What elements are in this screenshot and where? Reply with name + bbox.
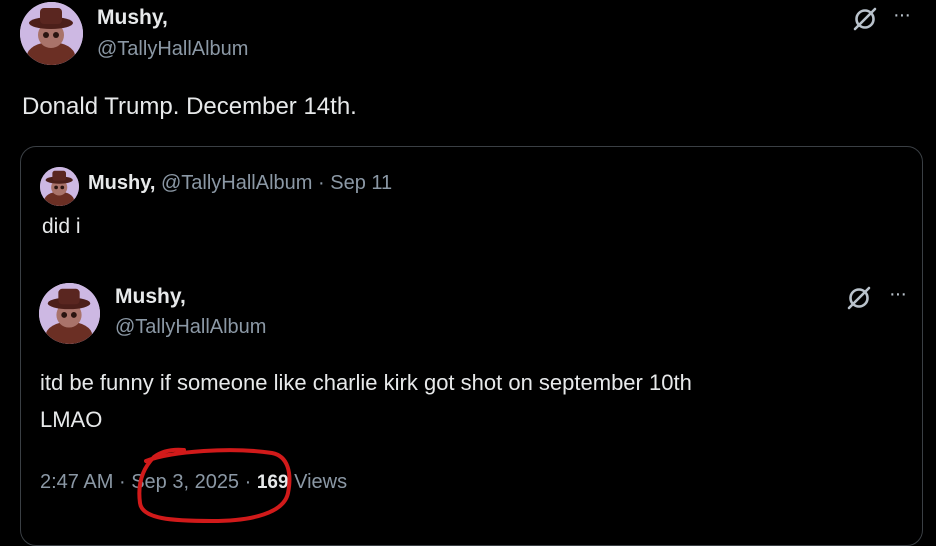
display-name[interactable]: Mushy, [115, 285, 186, 309]
user-handle[interactable]: @TallyHallAlbum [115, 316, 266, 339]
avatar-image [39, 283, 100, 344]
display-name[interactable]: Mushy, [88, 172, 155, 194]
nested-tweet-text-line2: LMAO [40, 407, 103, 432]
avatar[interactable] [20, 2, 83, 65]
quoted-tweet-text: did i [42, 215, 81, 238]
display-name[interactable]: Mushy, [97, 6, 168, 30]
grok-slash-icon[interactable] [852, 6, 878, 32]
quoted-tweet-header: Mushy, @TallyHallAlbum · Sep 11 [88, 172, 392, 195]
avatar-image [20, 2, 83, 65]
avatar[interactable] [39, 283, 100, 344]
avatar[interactable] [40, 167, 79, 206]
more-options-icon[interactable]: ··· [889, 283, 907, 306]
user-handle[interactable]: @TallyHallAlbum [97, 38, 248, 61]
tweet-text: Donald Trump. December 14th. [22, 93, 357, 120]
grok-slash-icon[interactable] [846, 285, 872, 311]
tweet-time[interactable]: 2:47 AM [40, 471, 113, 493]
more-options-icon[interactable]: ··· [893, 4, 911, 27]
separator-dot: · [118, 471, 126, 493]
avatar-image [40, 167, 79, 206]
user-handle[interactable]: @TallyHallAlbum [161, 172, 312, 194]
tweet-date[interactable]: Sep 11 [330, 172, 392, 194]
nested-tweet-text-line1: itd be funny if someone like charlie kir… [40, 370, 692, 395]
views-label: Views [294, 471, 348, 493]
separator-dot: · [318, 172, 325, 194]
red-circle-annotation [137, 447, 292, 523]
